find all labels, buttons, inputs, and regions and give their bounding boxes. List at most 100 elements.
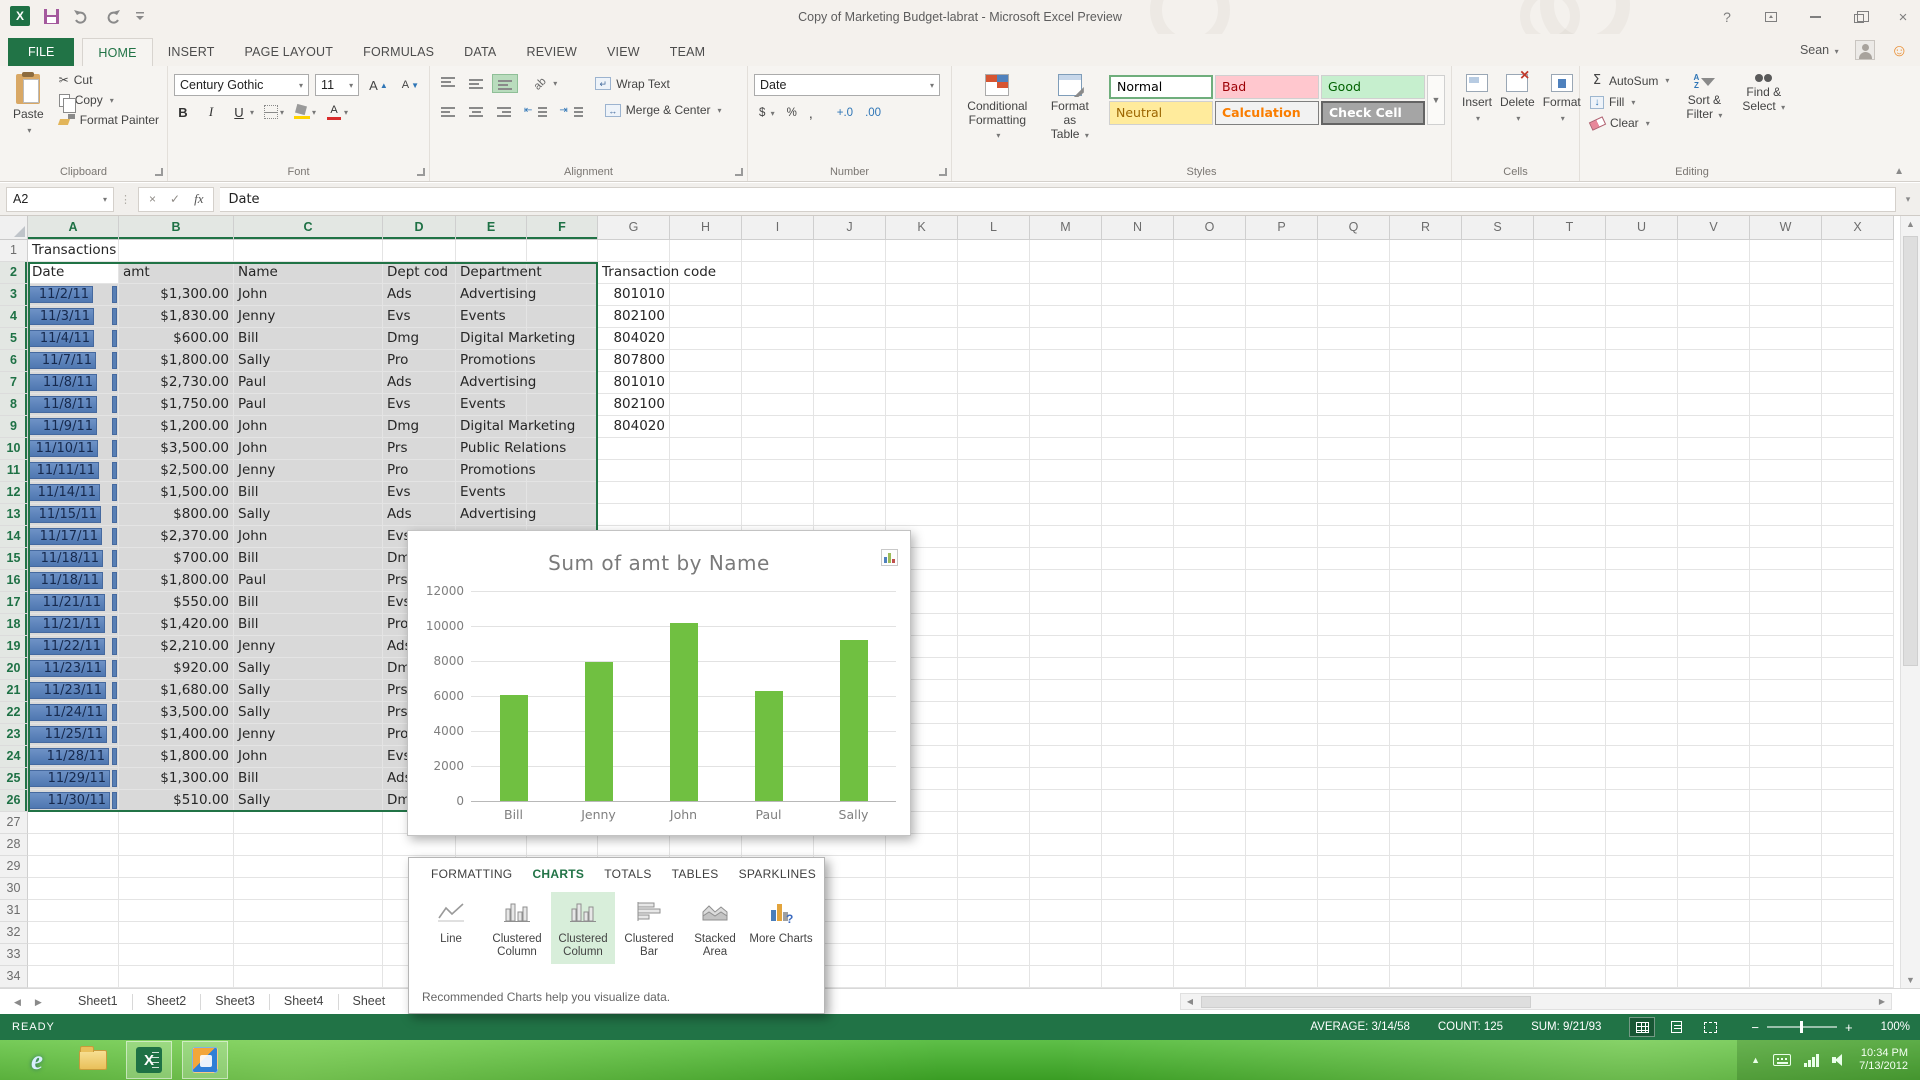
cell-W30[interactable] <box>1750 878 1822 900</box>
cell-W25[interactable] <box>1750 768 1822 790</box>
cell-Q32[interactable] <box>1318 922 1390 944</box>
cell-E13[interactable]: Advertising <box>456 504 527 526</box>
percent-style-button[interactable]: % <box>782 106 802 120</box>
fill-color-icon[interactable] <box>294 105 310 119</box>
cell-B31[interactable] <box>119 900 234 922</box>
cell-C31[interactable] <box>234 900 383 922</box>
cell-D10[interactable]: Prs <box>383 438 456 460</box>
cell-I1[interactable] <box>742 240 814 262</box>
cell-W34[interactable] <box>1750 966 1822 988</box>
cell-H8[interactable] <box>670 394 742 416</box>
cell-J3[interactable] <box>814 284 886 306</box>
cell-N19[interactable] <box>1102 636 1174 658</box>
sheet-tab-3[interactable]: Sheet3 <box>201 989 269 1015</box>
confirm-entry-icon[interactable]: ✓ <box>170 192 180 206</box>
cell-C4[interactable]: Jenny <box>234 306 383 328</box>
row-header-15[interactable]: 15 <box>0 548 28 570</box>
cell-A28[interactable] <box>28 834 119 856</box>
cell-R11[interactable] <box>1390 460 1462 482</box>
row-header-25[interactable]: 25 <box>0 768 28 790</box>
cell-B6[interactable]: $1,800.00 <box>119 350 234 372</box>
cell-U23[interactable] <box>1606 724 1678 746</box>
cell-E6[interactable]: Promotions <box>456 350 527 372</box>
cell-U24[interactable] <box>1606 746 1678 768</box>
cell-B14[interactable]: $2,370.00 <box>119 526 234 548</box>
cell-Q2[interactable] <box>1318 262 1390 284</box>
cell-N2[interactable] <box>1102 262 1174 284</box>
column-header-N[interactable]: N <box>1102 216 1174 240</box>
cell-U34[interactable] <box>1606 966 1678 988</box>
cell-J1[interactable] <box>814 240 886 262</box>
cell-F6[interactable] <box>527 350 598 372</box>
cell-V11[interactable] <box>1678 460 1750 482</box>
cell-L13[interactable] <box>958 504 1030 526</box>
tray-clock[interactable]: 10:34 PM 7/13/2012 <box>1859 1047 1908 1073</box>
cell-V10[interactable] <box>1678 438 1750 460</box>
cell-B3[interactable]: $1,300.00 <box>119 284 234 306</box>
cell-N6[interactable] <box>1102 350 1174 372</box>
cell-O19[interactable] <box>1174 636 1246 658</box>
cell-S13[interactable] <box>1462 504 1534 526</box>
align-left-button[interactable] <box>436 102 460 119</box>
cell-N4[interactable] <box>1102 306 1174 328</box>
cell-F13[interactable] <box>527 504 598 526</box>
cell-I4[interactable] <box>742 306 814 328</box>
cell-U26[interactable] <box>1606 790 1678 812</box>
cell-C11[interactable]: Jenny <box>234 460 383 482</box>
taskbar-file-explorer-icon[interactable] <box>70 1041 116 1079</box>
cell-M18[interactable] <box>1030 614 1102 636</box>
cell-K13[interactable] <box>886 504 958 526</box>
cell-U1[interactable] <box>1606 240 1678 262</box>
column-header-E[interactable]: E <box>456 216 527 240</box>
cell-W8[interactable] <box>1750 394 1822 416</box>
cell-V16[interactable] <box>1678 570 1750 592</box>
format-as-table-button[interactable]: Format asTable ▾ <box>1037 71 1103 146</box>
cell-M10[interactable] <box>1030 438 1102 460</box>
cell-F1[interactable] <box>527 240 598 262</box>
row-header-2[interactable]: 2 <box>0 262 28 284</box>
cell-P29[interactable] <box>1246 856 1318 878</box>
cell-X19[interactable] <box>1822 636 1894 658</box>
cell-Q11[interactable] <box>1318 460 1390 482</box>
cell-P20[interactable] <box>1246 658 1318 680</box>
cell-W24[interactable] <box>1750 746 1822 768</box>
cell-T2[interactable] <box>1534 262 1606 284</box>
cell-P32[interactable] <box>1246 922 1318 944</box>
cell-U5[interactable] <box>1606 328 1678 350</box>
row-header-28[interactable]: 28 <box>0 834 28 856</box>
cell-L29[interactable] <box>958 856 1030 878</box>
cell-L17[interactable] <box>958 592 1030 614</box>
conditional-formatting-button[interactable]: ConditionalFormatting ▾ <box>958 71 1037 146</box>
column-header-F[interactable]: F <box>527 216 598 240</box>
cell-R24[interactable] <box>1390 746 1462 768</box>
cell-N11[interactable] <box>1102 460 1174 482</box>
column-header-Q[interactable]: Q <box>1318 216 1390 240</box>
cell-M27[interactable] <box>1030 812 1102 834</box>
cell-M20[interactable] <box>1030 658 1102 680</box>
cell-H10[interactable] <box>670 438 742 460</box>
cell-G8[interactable]: 802100 <box>598 394 670 416</box>
paste-button[interactable]: Paste▾ <box>6 71 51 141</box>
cell-X1[interactable] <box>1822 240 1894 262</box>
cell-Q26[interactable] <box>1318 790 1390 812</box>
cell-R27[interactable] <box>1390 812 1462 834</box>
cell-B13[interactable]: $800.00 <box>119 504 234 526</box>
cell-X31[interactable] <box>1822 900 1894 922</box>
cell-H9[interactable] <box>670 416 742 438</box>
row-header-1[interactable]: 1 <box>0 240 28 262</box>
cell-J13[interactable] <box>814 504 886 526</box>
cell-S19[interactable] <box>1462 636 1534 658</box>
cell-Q21[interactable] <box>1318 680 1390 702</box>
cell-P11[interactable] <box>1246 460 1318 482</box>
cell-Q23[interactable] <box>1318 724 1390 746</box>
insert-function-icon[interactable]: fx <box>194 191 203 207</box>
cell-G10[interactable] <box>598 438 670 460</box>
cell-Q34[interactable] <box>1318 966 1390 988</box>
cell-U10[interactable] <box>1606 438 1678 460</box>
cell-style-bad[interactable]: Bad <box>1215 75 1319 99</box>
decrease-indent-button[interactable]: ⇤ <box>520 102 551 119</box>
row-header-32[interactable]: 32 <box>0 922 28 944</box>
cell-L19[interactable] <box>958 636 1030 658</box>
cell-V20[interactable] <box>1678 658 1750 680</box>
cell-T29[interactable] <box>1534 856 1606 878</box>
